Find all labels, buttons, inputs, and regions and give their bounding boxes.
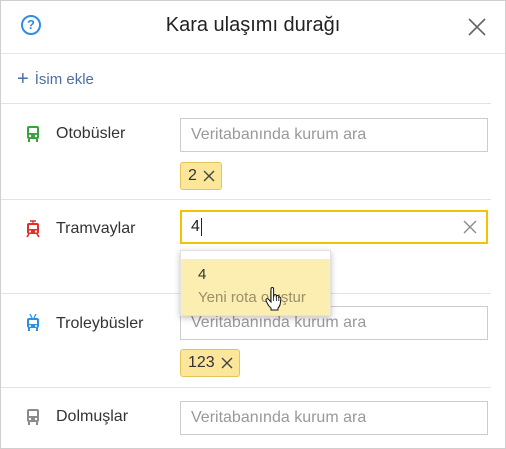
buses-route-chip: 2 [180,162,222,190]
suggestion-dropdown: 4 Yeni rota oluştur [180,250,331,316]
add-name-button[interactable]: + İsim ekle [17,69,94,89]
trams-search-input[interactable]: 4 [180,210,488,244]
remove-chip-icon[interactable] [203,170,215,182]
suggestion-value: 4 [198,266,207,283]
trolleybuses-label: Troleybüsler [56,315,144,332]
minibuses-label: Dolmuşlar [56,408,129,425]
trolleybuses-route-chip: 123 [180,349,240,377]
bus-icon [27,126,39,142]
close-icon[interactable] [467,17,487,37]
plus-icon: + [17,68,29,90]
buses-search-input[interactable]: Veritabanında kurum ara [180,118,488,152]
divider [1,387,491,388]
chip-label: 2 [188,167,197,184]
trams-label: Tramvaylar [56,220,136,237]
trams-input-value: 4 [191,218,200,235]
divider [1,103,491,104]
clear-input-icon[interactable] [463,220,477,234]
remove-chip-icon[interactable] [221,357,233,369]
minibus-icon [27,409,39,425]
dialog-header: ? Kara ulaşımı durağı [1,1,505,54]
add-name-label: İsim ekle [34,70,94,88]
buses-label: Otobüsler [56,125,126,142]
tram-icon [26,220,40,238]
divider [1,199,491,200]
text-caret [200,217,202,236]
chip-label: 123 [188,354,215,371]
trolleybus-icon [27,314,39,331]
suggestion-action: Yeni rota oluştur [198,289,306,306]
dialog-title: Kara ulaşımı durağı [165,14,341,36]
hand-cursor-icon [265,287,282,311]
transit-stop-dialog: ? Kara ulaşımı durağı + İsim ekle Otobüs… [0,0,506,449]
minibuses-search-input[interactable]: Veritabanında kurum ara [180,401,488,435]
create-route-option[interactable]: 4 Yeni rota oluştur [181,259,330,315]
